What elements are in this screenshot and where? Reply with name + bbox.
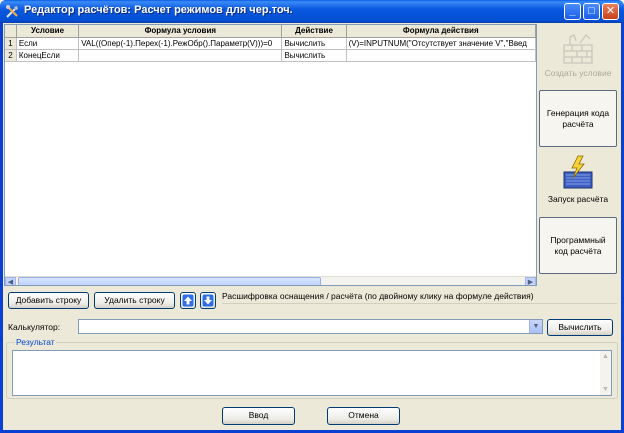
cell-action-formula[interactable] <box>346 49 536 62</box>
column-header-condition[interactable]: Условие <box>16 25 80 38</box>
table-row[interactable]: 1 Если VAL((Опер(-1).Перех(-1).РежОбр().… <box>5 37 536 50</box>
cell-action[interactable]: Вычислить <box>281 37 347 50</box>
column-header-condition-formula[interactable]: Формула условия <box>78 25 283 38</box>
scroll-left-icon[interactable]: ◀ <box>5 277 16 285</box>
result-group: Результат ▲ ▼ <box>6 337 618 399</box>
compute-button[interactable]: Вычислить <box>547 319 613 336</box>
calculator-input[interactable]: ▼ <box>78 319 543 334</box>
cell-condition[interactable]: Если <box>16 37 80 50</box>
arrow-up-icon <box>182 294 194 307</box>
decode-label: Расшифровка оснащения / расчёта (по двой… <box>222 291 534 301</box>
program-code-button[interactable]: Программный код расчёта <box>539 217 617 274</box>
tools-icon <box>6 5 18 18</box>
calc-grid[interactable]: Условие Формула условия Действие Формула… <box>4 24 537 286</box>
cell-condition-formula[interactable]: VAL((Опер(-1).Перех(-1).РежОбр().Парамет… <box>78 37 283 50</box>
calculator-label: Калькулятор: <box>8 322 61 332</box>
ok-button[interactable]: Ввод <box>222 407 295 425</box>
arrow-down-icon <box>202 294 214 307</box>
horizontal-scrollbar[interactable]: ◀ ▶ <box>5 276 536 285</box>
column-header-action-formula[interactable]: Формула действия <box>346 25 536 38</box>
add-row-button[interactable]: Добавить строку <box>8 292 89 309</box>
row-number[interactable]: 2 <box>5 49 17 62</box>
lightning-screen-icon <box>563 155 593 189</box>
scroll-right-icon[interactable]: ▶ <box>525 277 536 285</box>
client-area: Условие Формула условия Действие Формула… <box>3 23 621 430</box>
decode-divider <box>222 303 617 304</box>
minimize-button[interactable]: _ <box>564 3 581 20</box>
scroll-up-icon[interactable]: ▲ <box>600 351 611 362</box>
result-textarea[interactable]: ▲ ▼ <box>12 350 612 396</box>
create-condition-label: Создать условие <box>544 68 612 78</box>
move-up-button[interactable] <box>180 292 196 309</box>
move-down-button[interactable] <box>200 292 216 309</box>
brick-wall-icon <box>563 34 593 64</box>
delete-row-button[interactable]: Удалить строку <box>94 292 175 309</box>
close-button[interactable]: ✕ <box>602 3 619 20</box>
generate-code-button[interactable]: Генерация кода расчёта <box>539 90 617 147</box>
cancel-button[interactable]: Отмена <box>327 407 400 425</box>
row-number[interactable]: 1 <box>5 37 17 50</box>
title-bar[interactable]: Редактор расчётов: Расчет режимов для че… <box>0 0 624 23</box>
scroll-thumb[interactable] <box>18 277 321 285</box>
chevron-down-icon[interactable]: ▼ <box>529 320 542 333</box>
column-header-action[interactable]: Действие <box>281 25 347 38</box>
window-title: Редактор расчётов: Расчет режимов для че… <box>24 4 293 16</box>
cell-condition[interactable]: КонецЕсли <box>16 49 80 62</box>
cell-action[interactable]: Вычислить <box>281 49 347 62</box>
maximize-button[interactable]: □ <box>583 3 600 20</box>
scroll-down-icon[interactable]: ▼ <box>600 384 611 395</box>
run-calc-label: Запуск расчёта <box>547 194 609 204</box>
result-title: Результат <box>15 337 56 347</box>
cell-action-formula[interactable]: (V)=INPUTNUM("Отсутствует значение V","В… <box>346 37 536 50</box>
table-row[interactable]: 2 КонецЕсли Вычислить <box>5 49 536 62</box>
result-vertical-scrollbar[interactable]: ▲ ▼ <box>600 351 611 395</box>
run-calc-button[interactable]: Запуск расчёта <box>539 154 617 210</box>
editor-window: Редактор расчётов: Расчет режимов для че… <box>0 0 624 433</box>
cell-condition-formula[interactable] <box>78 49 283 62</box>
create-condition-button[interactable]: Создать условие <box>539 29 617 85</box>
grid-corner[interactable] <box>5 25 17 38</box>
